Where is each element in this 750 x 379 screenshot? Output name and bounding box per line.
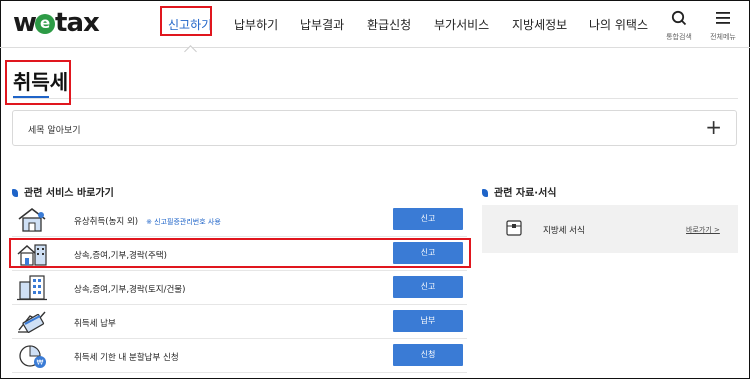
nav-item-my-wetax[interactable]: 나의 위택스 xyxy=(589,16,648,33)
house-icon xyxy=(18,207,46,232)
title-divider xyxy=(13,98,738,99)
apply-button[interactable]: 신청 xyxy=(393,344,463,366)
service-name: 상속,증여,기부,경락(토지/건물) xyxy=(74,285,186,295)
search-icon xyxy=(671,10,687,26)
nav-item-extra-services[interactable]: 부가서비스 xyxy=(434,16,489,33)
document-box-icon xyxy=(506,220,522,236)
service-name: 취득세 납부 xyxy=(74,319,116,329)
nav-item-refund[interactable]: 환급신청 xyxy=(367,16,411,33)
report-button[interactable]: 신고 xyxy=(393,208,463,230)
nav-item-report[interactable]: 신고하기 xyxy=(168,16,212,33)
go-link[interactable]: 바로가기 > xyxy=(686,225,720,235)
menu-label: 전체메뉴 xyxy=(710,33,736,41)
forms-name: 지방세 서식 xyxy=(543,226,585,236)
service-name: 상속,증여,기부,경락(주택) xyxy=(74,251,167,261)
accordion-label: 세목 알아보기 xyxy=(28,126,81,136)
local-tax-forms-card[interactable]: 지방세 서식 바로가기 > xyxy=(482,205,738,253)
service-row: ₩ 취득세 기한 내 분할납부 신청 신청 xyxy=(12,339,467,373)
site-header: w e tax 신고하기 납부하기 납부결과 환급신청 부가서비스 지방세정보 나의… xyxy=(0,0,750,48)
section-bullet-icon xyxy=(12,189,18,197)
plus-icon[interactable]: + xyxy=(705,115,722,139)
house-building-icon xyxy=(17,244,47,266)
service-row: 상속,증여,기부,경락(주택) 신고 xyxy=(12,237,467,271)
tax-info-accordion[interactable]: 세목 알아보기 + xyxy=(12,110,737,146)
svg-text:₩: ₩ xyxy=(37,359,44,367)
search-label: 통합검색 xyxy=(666,33,692,41)
service-note: ※ 신고필증관리번호 사용 xyxy=(146,218,221,226)
pay-button[interactable]: 납부 xyxy=(393,310,463,332)
all-menu-button[interactable]: 전체메뉴 xyxy=(703,10,743,42)
card-payment-icon xyxy=(18,311,46,333)
wetax-logo[interactable]: w e tax xyxy=(13,8,100,38)
related-services-title: 관련 서비스 바로가기 xyxy=(12,184,114,199)
nav-item-payment-result[interactable]: 납부결과 xyxy=(300,16,344,33)
nav-item-payment[interactable]: 납부하기 xyxy=(234,16,278,33)
section-bullet-icon xyxy=(482,189,488,197)
integrated-search-button[interactable]: 통합검색 xyxy=(659,10,699,42)
page-title: 취득세 xyxy=(13,70,69,94)
service-row: 상속,증여,기부,경락(토지/건물) 신고 xyxy=(12,271,467,305)
service-name: 유상취득(농지 외) ※ 신고필증관리번호 사용 xyxy=(74,217,221,227)
hamburger-menu-icon xyxy=(716,12,730,24)
related-documents-title: 관련 자료·서식 xyxy=(482,184,556,199)
report-button[interactable]: 신고 xyxy=(393,276,463,298)
installment-chart-icon: ₩ xyxy=(19,345,46,368)
service-name: 취득세 기한 내 분할납부 신청 xyxy=(74,353,179,363)
report-button[interactable]: 신고 xyxy=(393,242,463,264)
service-row: 유상취득(농지 외) ※ 신고필증관리번호 사용 신고 xyxy=(12,203,467,237)
service-row: 취득세 납부 납부 xyxy=(12,305,467,339)
building-icon xyxy=(17,275,47,301)
nav-item-local-tax-info[interactable]: 지방세정보 xyxy=(512,16,567,33)
